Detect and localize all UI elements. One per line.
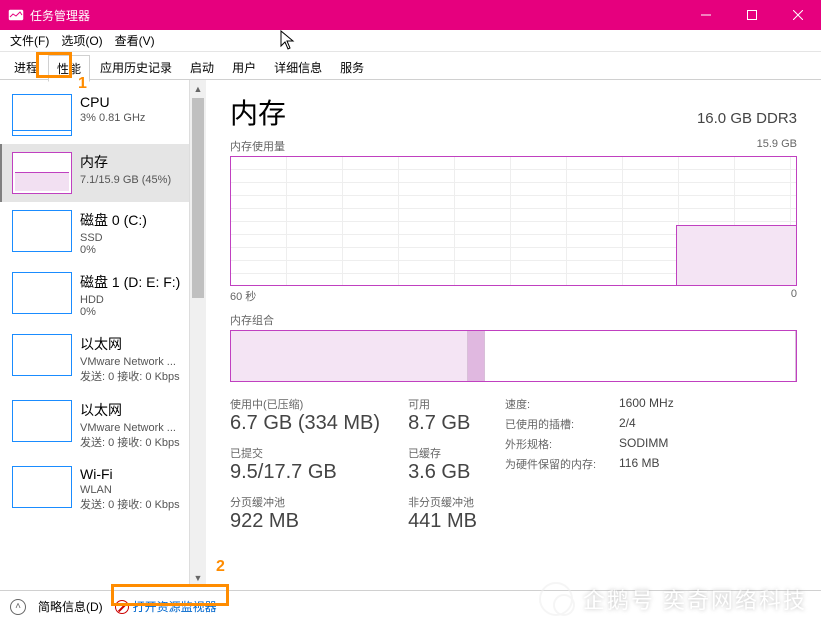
memory-stats: 使用中(已压缩)6.7 GB (334 MB) 已提交9.5/17.7 GB 分页缓… <box>230 396 797 533</box>
stat-key: 速度: <box>505 396 605 412</box>
stat-label: 分页缓冲池 <box>230 494 380 510</box>
sidebar-item-sub: 0% <box>80 244 147 256</box>
annotation-label-1: 1 <box>78 75 87 93</box>
close-button[interactable] <box>775 0 821 30</box>
scroll-down-icon[interactable]: ▼ <box>190 569 206 586</box>
sidebar-item-sub: 3% 0.81 GHz <box>80 112 145 124</box>
sidebar-item-6[interactable]: Wi-Fi WLAN发送: 0 接收: 0 Kbps <box>0 458 206 520</box>
detail-pane: 内存 16.0 GB DDR3 内存使用量 15.9 GB 60 秒 0 内存组… <box>206 80 821 586</box>
sidebar-scrollbar[interactable]: ▲ ▼ <box>189 80 206 586</box>
stat-label: 使用中(已压缩) <box>230 396 380 412</box>
app-icon <box>8 7 24 23</box>
menu-file[interactable]: 文件(F) <box>4 30 55 51</box>
chart-usage-max: 15.9 GB <box>757 138 797 154</box>
sidebar-thumb <box>12 466 72 508</box>
chart-x-left: 60 秒 <box>230 288 256 304</box>
stat-value: 441 MB <box>408 510 477 533</box>
chart-comp-label: 内存组合 <box>230 312 274 328</box>
annotation-label-2: 2 <box>216 558 225 576</box>
sidebar-item-sub: 0% <box>80 306 180 318</box>
sidebar-item-0[interactable]: CPU 3% 0.81 GHz <box>0 86 206 144</box>
sidebar-item-sub: VMware Network ... <box>80 422 180 434</box>
sidebar-item-name: 磁盘 1 (D: E: F:) <box>80 272 180 292</box>
sidebar-item-sub: 7.1/15.9 GB (45%) <box>80 174 171 186</box>
sidebar-item-4[interactable]: 以太网 VMware Network ...发送: 0 接收: 0 Kbps <box>0 326 206 392</box>
chart-x-right: 0 <box>791 288 797 304</box>
sidebar-item-3[interactable]: 磁盘 1 (D: E: F:) HDD0% <box>0 264 206 326</box>
stat-key: 为硬件保留的内存: <box>505 456 605 472</box>
stat-value: 922 MB <box>230 510 380 533</box>
sidebar-item-sub: WLAN <box>80 484 180 496</box>
sidebar-item-sub: 发送: 0 接收: 0 Kbps <box>80 496 180 512</box>
sidebar-item-name: 以太网 <box>80 334 180 354</box>
performance-sidebar: CPU 3% 0.81 GHz 内存 7.1/15.9 GB (45%) 磁盘 0 (C… <box>0 80 206 586</box>
open-resource-monitor-link[interactable]: 打开资源监视器 <box>115 598 217 615</box>
watermark: 企鹅号 奕奇网络科技 <box>539 582 807 616</box>
resource-monitor-icon <box>115 600 129 614</box>
minimize-button[interactable] <box>683 0 729 30</box>
memory-composition-chart[interactable] <box>230 330 797 382</box>
sidebar-item-sub: VMware Network ... <box>80 356 180 368</box>
window-title: 任务管理器 <box>30 7 683 24</box>
chart-usage-label: 内存使用量 <box>230 138 285 154</box>
sidebar-item-2[interactable]: 磁盘 0 (C:) SSD0% <box>0 202 206 264</box>
sidebar-item-sub: SSD <box>80 232 147 244</box>
brief-info-link[interactable]: 简略信息(D) <box>38 598 103 615</box>
stat-value: 6.7 GB (334 MB) <box>230 412 380 435</box>
sidebar-item-name: 磁盘 0 (C:) <box>80 210 147 230</box>
scroll-up-icon[interactable]: ▲ <box>190 80 206 97</box>
sidebar-thumb <box>12 334 72 376</box>
sidebar-thumb <box>12 152 72 194</box>
tab-app-history[interactable]: 应用历史记录 <box>92 55 180 80</box>
stat-value: 3.6 GB <box>408 461 477 484</box>
tab-bar: 进程 性能 应用历史记录 启动 用户 详细信息 服务 <box>0 52 821 80</box>
sidebar-thumb <box>12 272 72 314</box>
tab-users[interactable]: 用户 <box>224 55 264 80</box>
sidebar-item-sub: HDD <box>80 294 180 306</box>
tab-details[interactable]: 详细信息 <box>266 55 330 80</box>
memory-usage-chart[interactable] <box>230 156 797 286</box>
stat-key: 外形规格: <box>505 436 605 452</box>
stat-value: 116 MB <box>619 456 659 472</box>
watermark-icon <box>539 582 573 616</box>
stat-label: 非分页缓冲池 <box>408 494 477 510</box>
sidebar-thumb <box>12 400 72 442</box>
detail-capacity: 16.0 GB DDR3 <box>697 110 797 127</box>
stat-label: 已缓存 <box>408 445 477 461</box>
stat-value: SODIMM <box>619 436 668 452</box>
sidebar-item-name: 内存 <box>80 152 171 172</box>
maximize-button[interactable] <box>729 0 775 30</box>
sidebar-item-name: CPU <box>80 94 145 110</box>
stat-value: 1600 MHz <box>619 396 674 412</box>
sidebar-item-sub: 发送: 0 接收: 0 Kbps <box>80 434 180 450</box>
scroll-thumb[interactable] <box>192 98 204 298</box>
menu-options[interactable]: 选项(O) <box>55 30 108 51</box>
menu-bar: 文件(F) 选项(O) 查看(V) <box>0 30 821 52</box>
stat-key: 已使用的插槽: <box>505 416 605 432</box>
detail-title: 内存 <box>230 92 286 132</box>
stat-value: 9.5/17.7 GB <box>230 461 380 484</box>
stat-value: 2/4 <box>619 416 636 432</box>
stat-label: 可用 <box>408 396 477 412</box>
collapse-icon[interactable]: ˄ <box>10 599 26 615</box>
sidebar-item-name: Wi-Fi <box>80 466 180 482</box>
menu-view[interactable]: 查看(V) <box>109 30 161 51</box>
tab-startup[interactable]: 启动 <box>182 55 222 80</box>
sidebar-thumb <box>12 94 72 136</box>
sidebar-item-name: 以太网 <box>80 400 180 420</box>
sidebar-thumb <box>12 210 72 252</box>
title-bar: 任务管理器 <box>0 0 821 30</box>
sidebar-item-1[interactable]: 内存 7.1/15.9 GB (45%) <box>0 144 206 202</box>
sidebar-item-5[interactable]: 以太网 VMware Network ...发送: 0 接收: 0 Kbps <box>0 392 206 458</box>
stat-label: 已提交 <box>230 445 380 461</box>
tab-services[interactable]: 服务 <box>332 55 372 80</box>
stat-value: 8.7 GB <box>408 412 477 435</box>
tab-processes[interactable]: 进程 <box>6 55 46 80</box>
sidebar-item-sub: 发送: 0 接收: 0 Kbps <box>80 368 180 384</box>
